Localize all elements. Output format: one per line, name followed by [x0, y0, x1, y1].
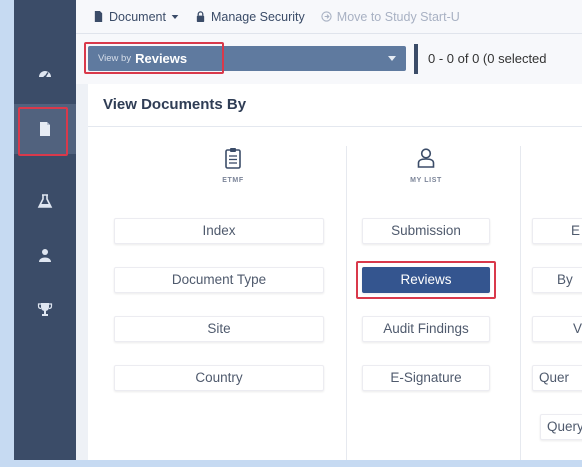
column-my-list: MY LIST [346, 127, 506, 460]
nav-documents[interactable] [14, 104, 76, 156]
nav-users[interactable] [14, 230, 76, 280]
column-etmf: ETMF [88, 127, 346, 460]
toolbar: Document Manage Security Move to Study S… [76, 0, 582, 34]
user-outline-icon [417, 148, 435, 168]
caret-down-icon [171, 14, 179, 19]
document-icon [40, 122, 50, 136]
caret-down-icon [388, 56, 396, 61]
manage-security-button[interactable]: Manage Security [195, 10, 305, 24]
view-by-prefix: View by [98, 53, 132, 64]
nav-awards[interactable] [14, 284, 76, 334]
option-e-signature[interactable]: E-Signature [362, 365, 490, 391]
option-document-type[interactable]: Document Type [114, 267, 324, 293]
option-audit-findings[interactable]: Audit Findings [362, 316, 490, 342]
main-panel: Document Manage Security Move to Study S… [76, 0, 582, 460]
dashboard-icon [39, 71, 51, 79]
column-header-etmf: ETMF [88, 147, 378, 184]
option-site[interactable]: Site [114, 316, 324, 342]
view-by-dropdown[interactable]: View by Reviews [88, 46, 406, 71]
app-window: Document Manage Security Move to Study S… [14, 0, 582, 460]
document-icon [94, 11, 103, 22]
column-header-label: ETMF [222, 177, 244, 184]
nav-dashboard[interactable] [14, 48, 76, 98]
option-reviews[interactable]: Reviews [362, 267, 490, 293]
divider [414, 44, 418, 74]
option-col3-2[interactable]: By [532, 267, 582, 293]
panel-title: View Documents By [103, 96, 247, 113]
option-submission[interactable]: Submission [362, 218, 490, 244]
manage-security-label: Manage Security [210, 9, 305, 24]
column-divider [520, 146, 521, 460]
document-menu[interactable]: Document [93, 10, 179, 24]
option-col3-1[interactable]: E [532, 218, 582, 244]
flask-icon [37, 194, 53, 208]
option-col3-3[interactable]: V [532, 316, 582, 342]
trophy-icon [37, 303, 53, 316]
column-header-my-list: MY LIST [346, 147, 506, 184]
option-col3-4[interactable]: Quer [532, 365, 582, 391]
option-index[interactable]: Index [114, 218, 324, 244]
option-country[interactable]: Country [114, 365, 324, 391]
lock-icon [196, 11, 205, 22]
pagination-summary: 0 - 0 of 0 (0 selected [428, 51, 547, 66]
move-icon [321, 11, 332, 22]
document-menu-label: Document [109, 9, 166, 24]
view-by-row: View by Reviews 0 - 0 of 0 (0 selected [76, 34, 582, 84]
column-header-label: MY LIST [410, 177, 442, 184]
nav-lab[interactable] [14, 176, 76, 226]
clipboard-icon [225, 148, 241, 169]
option-col3-5[interactable]: Query [540, 414, 582, 440]
view-documents-by-panel: View Documents By ETMF Index Document Ty… [88, 84, 582, 460]
view-by-value: Reviews [135, 51, 188, 66]
move-to-study-button[interactable]: Move to Study Start-U [321, 10, 460, 24]
move-to-study-label: Move to Study Start-U [336, 9, 460, 24]
user-icon [39, 249, 51, 262]
left-nav [14, 0, 76, 460]
